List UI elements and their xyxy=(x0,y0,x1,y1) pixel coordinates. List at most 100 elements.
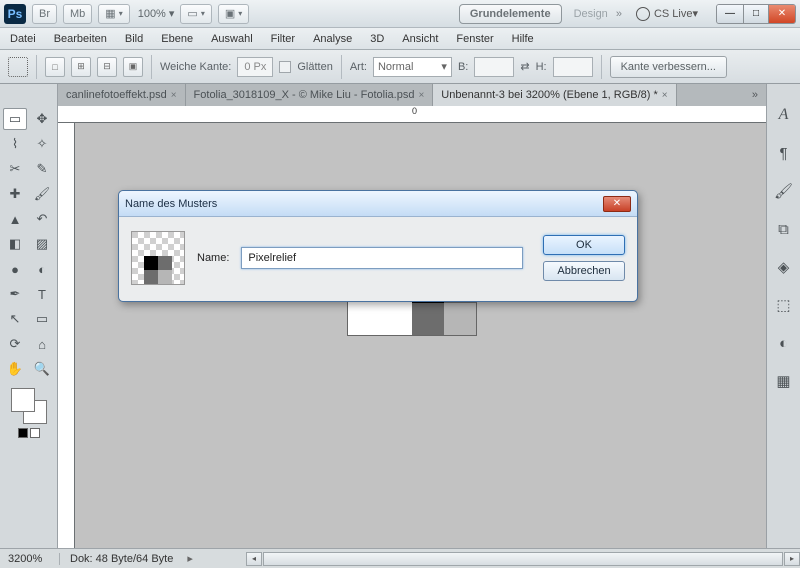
crop-tool[interactable]: ✂ xyxy=(3,158,27,180)
tab-doc-2[interactable]: Unbenannt-3 bei 3200% (Ebene 1, RGB/8) *… xyxy=(433,84,676,106)
tab-doc-1[interactable]: Fotolia_3018109_X - © Mike Liu - Fotolia… xyxy=(186,84,434,106)
maximize-button[interactable]: □ xyxy=(743,5,769,23)
dodge-tool[interactable]: ◐ xyxy=(30,258,54,280)
close-icon[interactable]: × xyxy=(418,90,424,101)
minimize-button[interactable]: — xyxy=(717,5,743,23)
minibridge-button[interactable]: Mb xyxy=(63,4,92,24)
subtract-selection-button[interactable]: ⊟ xyxy=(97,57,117,77)
eraser-tool[interactable]: ◧ xyxy=(3,233,27,255)
hand-tool[interactable]: ✋ xyxy=(3,358,27,380)
status-zoom[interactable]: 3200% xyxy=(0,553,60,565)
menu-filter[interactable]: Filter xyxy=(271,33,295,45)
clone-stamp-tool[interactable]: ▲ xyxy=(3,208,27,230)
workspace-essentials-button[interactable]: Grundelemente xyxy=(459,4,562,24)
pattern-name-input[interactable] xyxy=(241,247,523,269)
menu-layer[interactable]: Ebene xyxy=(161,33,193,45)
marquee-tool[interactable]: ▭ xyxy=(3,108,27,130)
default-colors-icon[interactable] xyxy=(18,428,28,438)
width-label: B: xyxy=(458,61,468,73)
layers-panel-icon[interactable]: ◈ xyxy=(773,256,795,278)
menu-edit[interactable]: Bearbeiten xyxy=(54,33,107,45)
pen-tool[interactable]: ✒ xyxy=(3,283,27,305)
menu-image[interactable]: Bild xyxy=(125,33,143,45)
style-select[interactable]: Normal▾ xyxy=(373,57,452,77)
blur-tool[interactable]: ● xyxy=(3,258,27,280)
zoom-tool[interactable]: 🔍 xyxy=(30,358,54,380)
workspace-design-label[interactable]: Design xyxy=(574,8,608,20)
3d-tool[interactable]: ⟳ xyxy=(3,333,27,355)
antialias-checkbox[interactable] xyxy=(279,61,291,73)
history-brush-tool[interactable]: ↶ xyxy=(30,208,54,230)
menu-3d[interactable]: 3D xyxy=(370,33,384,45)
status-doc-info[interactable]: Dok: 48 Byte/64 Byte xyxy=(60,553,183,565)
close-icon[interactable]: × xyxy=(662,90,668,101)
feather-label: Weiche Kante: xyxy=(160,61,231,73)
type-tool[interactable]: T xyxy=(30,283,54,305)
character-panel-icon[interactable]: A xyxy=(773,104,795,126)
gradient-tool[interactable]: ▨ xyxy=(30,233,54,255)
dialog-titlebar[interactable]: Name des Musters ✕ xyxy=(119,191,637,217)
workspace-more-icon[interactable]: » xyxy=(616,8,622,20)
dialog-close-button[interactable]: ✕ xyxy=(603,196,631,212)
magic-wand-tool[interactable]: ✧ xyxy=(30,133,54,155)
close-icon[interactable]: × xyxy=(171,90,177,101)
intersect-selection-button[interactable]: ▣ xyxy=(123,57,143,77)
bridge-button[interactable]: Br xyxy=(32,4,57,24)
scroll-right-icon[interactable]: ▸ xyxy=(784,552,800,566)
refine-edge-button[interactable]: Kante verbessern... xyxy=(610,56,727,78)
new-selection-button[interactable]: □ xyxy=(45,57,65,77)
healing-brush-tool[interactable]: ✚ xyxy=(3,183,27,205)
cancel-button[interactable]: Abbrechen xyxy=(543,261,625,281)
navigator-panel-icon[interactable]: ⬚ xyxy=(773,294,795,316)
ruler-horizontal: 0 xyxy=(58,106,766,123)
scroll-track[interactable] xyxy=(263,552,783,566)
adjustments-panel-icon[interactable]: ◐ xyxy=(773,332,795,354)
clone-panel-icon[interactable]: ⧉ xyxy=(773,218,795,240)
horizontal-scrollbar[interactable]: ◂ ▸ xyxy=(246,552,800,566)
eyedropper-tool[interactable]: ✎ xyxy=(30,158,54,180)
width-field[interactable] xyxy=(474,57,514,77)
scroll-left-icon[interactable]: ◂ xyxy=(246,552,262,566)
style-label: Art: xyxy=(350,61,367,73)
menu-window[interactable]: Fenster xyxy=(456,33,493,45)
arrange-documents-button[interactable]: ▭▾ xyxy=(180,4,211,24)
add-selection-button[interactable]: ⊞ xyxy=(71,57,91,77)
tool-preset-icon[interactable] xyxy=(8,57,28,77)
camera-tool[interactable]: ⌂ xyxy=(30,333,54,355)
panel-dock: A ¶ 🖌 ⧉ ◈ ⬚ ◐ ▦ xyxy=(766,84,800,548)
swap-wh-icon[interactable]: ⇄ xyxy=(520,60,529,73)
lasso-tool[interactable]: ⌇ xyxy=(3,133,27,155)
path-selection-tool[interactable]: ↖ xyxy=(3,308,27,330)
styles-panel-icon[interactable]: ▦ xyxy=(773,370,795,392)
feather-field[interactable]: 0 Px xyxy=(237,57,273,77)
menu-file[interactable]: Datei xyxy=(10,33,36,45)
foreground-color[interactable] xyxy=(11,388,35,412)
menu-help[interactable]: Hilfe xyxy=(512,33,534,45)
swap-colors-icon[interactable] xyxy=(30,428,40,438)
brush-panel-icon[interactable]: 🖌 xyxy=(773,180,795,202)
window-controls: — □ ✕ xyxy=(716,4,796,24)
paragraph-panel-icon[interactable]: ¶ xyxy=(773,142,795,164)
dialog-title: Name des Musters xyxy=(125,198,217,210)
cslive-button[interactable]: CS Live ▾ xyxy=(636,7,698,21)
tabs-overflow-icon[interactable]: » xyxy=(744,84,766,106)
view-extras-button[interactable]: ▦▾ xyxy=(98,4,129,24)
color-swatches[interactable] xyxy=(11,388,47,424)
status-more-icon[interactable]: ▸ xyxy=(187,552,193,565)
brush-tool[interactable]: 🖌 xyxy=(30,183,54,205)
height-field[interactable] xyxy=(553,57,593,77)
cslive-icon xyxy=(636,7,650,21)
close-button[interactable]: ✕ xyxy=(769,5,795,23)
menu-analysis[interactable]: Analyse xyxy=(313,33,352,45)
status-bar: 3200% Dok: 48 Byte/64 Byte ▸ ◂ ▸ xyxy=(0,548,800,568)
shape-tool[interactable]: ▭ xyxy=(30,308,54,330)
menu-view[interactable]: Ansicht xyxy=(402,33,438,45)
options-bar: □ ⊞ ⊟ ▣ Weiche Kante: 0 Px Glätten Art: … xyxy=(0,50,800,84)
tab-doc-0[interactable]: canlinefotoeffekt.psd× xyxy=(58,84,186,106)
ok-button[interactable]: OK xyxy=(543,235,625,255)
screen-mode-button[interactable]: ▣▾ xyxy=(218,4,249,24)
menu-select[interactable]: Auswahl xyxy=(211,33,253,45)
antialias-label: Glätten xyxy=(297,61,332,73)
canvas-viewport[interactable] xyxy=(58,123,766,548)
move-tool[interactable]: ✥ xyxy=(30,108,54,130)
